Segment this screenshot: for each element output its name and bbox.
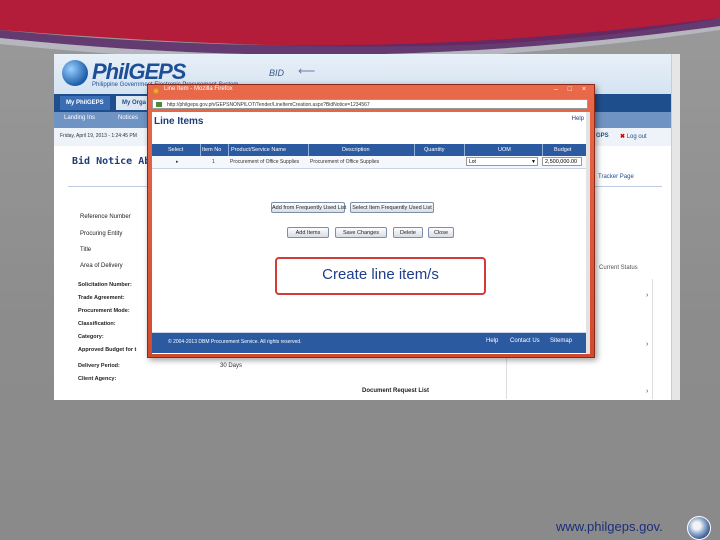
footer-website-url: www.philgeps.gov. bbox=[556, 519, 663, 534]
copyright-text: © 2004-2013 DBM Procurement Service. All… bbox=[168, 339, 302, 345]
field-procuring-entity: Procuring Entity bbox=[80, 231, 123, 237]
field-classification: Classification: bbox=[78, 321, 116, 327]
close-button[interactable]: Close bbox=[428, 227, 454, 238]
page-title: Bid Notice Abs bbox=[72, 156, 157, 167]
col-sep bbox=[542, 144, 543, 156]
window-controls[interactable]: – □ × bbox=[554, 86, 590, 93]
expand-arrow-icon[interactable]: › bbox=[646, 292, 648, 299]
uom-select[interactable]: Lot ▼ bbox=[466, 157, 538, 166]
firefox-icon bbox=[152, 87, 160, 95]
chevron-down-icon: ▼ bbox=[531, 159, 536, 165]
field-client-agency: Client Agency: bbox=[78, 376, 117, 382]
select-item-frequently-used-button[interactable]: Select Item Frequently Used List bbox=[350, 202, 434, 213]
page-scrollbar[interactable] bbox=[671, 54, 680, 400]
create-line-items-callout: Create line item/s bbox=[275, 257, 486, 295]
gps-label: GPS bbox=[596, 133, 609, 139]
line-items-table-header: Select Item No Product/Service Name Desc… bbox=[152, 144, 590, 156]
col-sep bbox=[228, 144, 229, 156]
field-procurement-mode: Procurement Mode: bbox=[78, 308, 130, 314]
site-identity-icon bbox=[156, 102, 162, 107]
field-reference-number: Reference Number bbox=[80, 214, 131, 220]
expand-arrow-icon[interactable]: › bbox=[646, 388, 648, 395]
col-quantity: Quantity bbox=[424, 147, 445, 153]
subnav-landing[interactable]: Landing Ins bbox=[64, 115, 95, 121]
col-description: Description bbox=[342, 147, 370, 153]
popup-footer: © 2004-2013 DBM Procurement Service. All… bbox=[152, 332, 590, 353]
add-from-frequently-used-button[interactable]: Add from Frequently Used List bbox=[271, 202, 346, 213]
uom-selected-value: Lot bbox=[469, 159, 476, 165]
field-category: Category: bbox=[78, 334, 104, 340]
current-status-label: Current Status bbox=[599, 265, 638, 271]
col-item-no: Item No bbox=[202, 147, 222, 153]
tab-my-philgeps[interactable]: My PhilGEPS bbox=[60, 96, 110, 110]
subnav-notices[interactable]: Notices bbox=[118, 115, 138, 121]
field-title: Title bbox=[80, 247, 92, 253]
logout-link[interactable]: ✖ Log out bbox=[620, 133, 647, 140]
field-approved-budget: Approved Budget for t bbox=[78, 347, 137, 353]
col-product: Product/Service Name bbox=[231, 147, 287, 153]
field-area-of-delivery: Area of Delivery bbox=[80, 263, 123, 269]
table-row[interactable]: ▸ 1 Procurement of Office Supplies Procu… bbox=[152, 156, 590, 169]
line-item-popup-window: Line Item - Mozilla Firefox – □ × http:/… bbox=[147, 84, 595, 358]
row-select-checkbox[interactable]: ▸ bbox=[176, 159, 179, 165]
delivery-period-value: 30 Days bbox=[220, 363, 243, 369]
field-solicitation-number: Solicitation Number: bbox=[78, 282, 132, 288]
row-item-no: 1 bbox=[212, 159, 215, 165]
footer-help-link[interactable]: Help bbox=[486, 338, 498, 344]
budget-input[interactable]: 2,500,000.00 bbox=[542, 157, 582, 166]
philgeps-seal-logo bbox=[687, 516, 711, 540]
field-trade-agreement: Trade Agreement: bbox=[78, 295, 125, 301]
philgeps-globe-icon bbox=[62, 60, 88, 86]
popup-titlebar[interactable]: Line Item - Mozilla Firefox – □ × bbox=[148, 85, 594, 97]
document-request-list-label: Document Request List bbox=[362, 388, 430, 394]
row-product: Procurement of Office Supplies bbox=[230, 159, 300, 165]
help-link[interactable]: Help bbox=[572, 116, 584, 122]
col-budget: Budget bbox=[554, 147, 572, 153]
popup-scrollbar[interactable] bbox=[586, 112, 590, 354]
popup-window-title: Line Item - Mozilla Firefox bbox=[164, 86, 233, 92]
col-sep bbox=[308, 144, 309, 156]
logout-x-icon: ✖ bbox=[620, 134, 626, 140]
line-items-heading: Line Items bbox=[154, 116, 204, 127]
col-uom: UOM bbox=[498, 147, 511, 153]
tracker-link[interactable]: Tracker Page bbox=[598, 174, 634, 180]
popup-url-text: http://philgeps.gov.ph/GEPSNONPILOT/Tend… bbox=[167, 102, 370, 108]
bid-label: BID bbox=[269, 68, 285, 78]
col-select: Select bbox=[168, 147, 184, 153]
back-arrow-icon[interactable]: ⟵ bbox=[298, 64, 315, 78]
delete-button[interactable]: Delete bbox=[393, 227, 423, 238]
field-delivery-period: Delivery Period: bbox=[78, 363, 120, 369]
col-sep bbox=[414, 144, 415, 156]
popup-address-bar[interactable]: http://philgeps.gov.ph/GEPSNONPILOT/Tend… bbox=[152, 99, 588, 109]
popup-content: Line Items Help Select Item No Product/S… bbox=[152, 112, 590, 354]
logout-label: Log out bbox=[626, 134, 647, 140]
footer-contact-link[interactable]: Contact Us bbox=[510, 338, 540, 344]
current-datetime: Friday, April 19, 2013 - 1:24:45 PM bbox=[60, 133, 137, 139]
add-items-button[interactable]: Add Items bbox=[287, 227, 329, 238]
col-sep bbox=[200, 144, 201, 156]
row-description: Procurement of Office Supplies bbox=[310, 159, 380, 165]
footer-sitemap-link[interactable]: Sitemap bbox=[550, 338, 572, 344]
expand-arrow-icon[interactable]: › bbox=[646, 341, 648, 348]
save-changes-button[interactable]: Save Changes bbox=[335, 227, 387, 238]
col-sep bbox=[464, 144, 465, 156]
column-divider bbox=[652, 279, 653, 399]
